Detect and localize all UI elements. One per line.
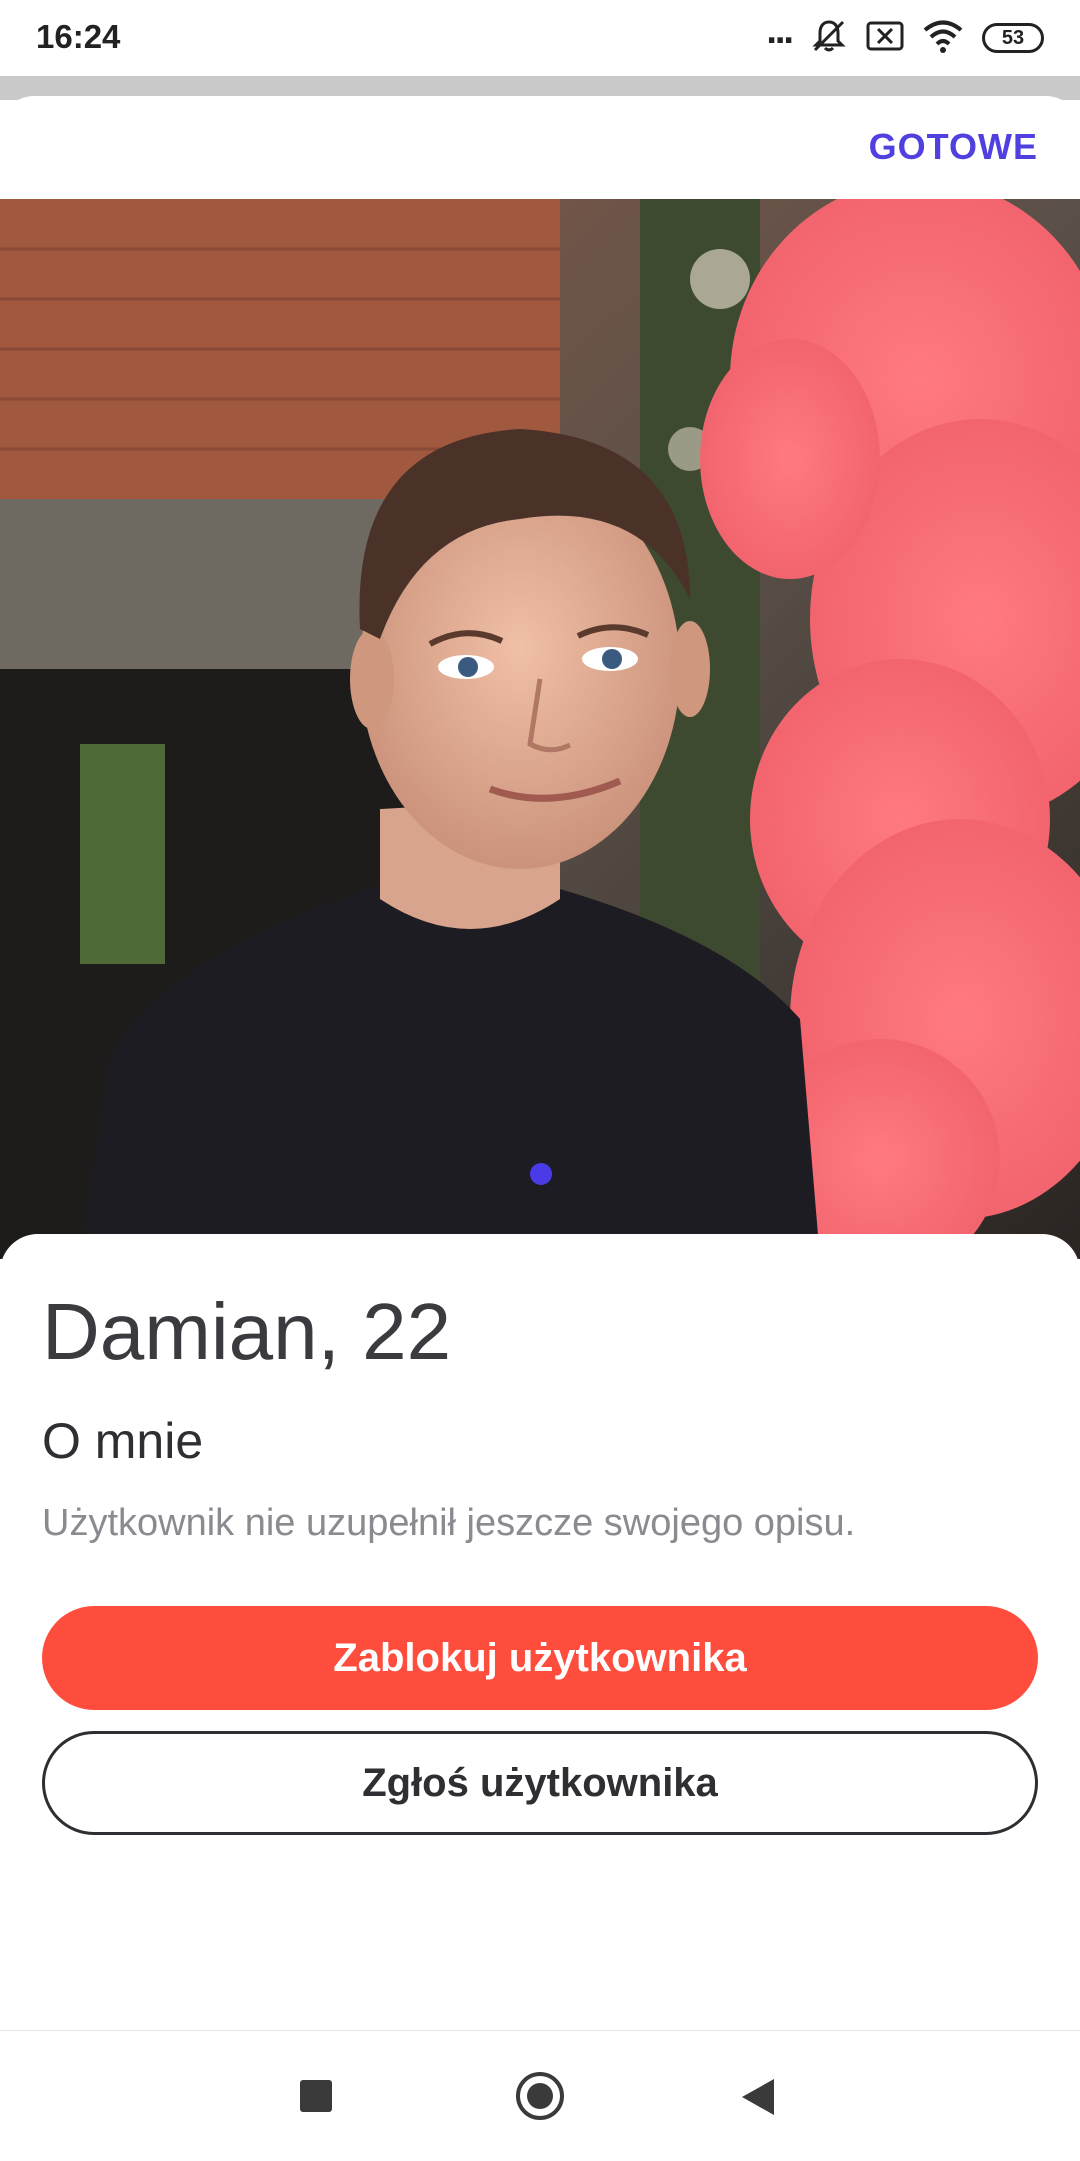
battery-icon: 53 — [982, 23, 1044, 53]
done-button[interactable]: GOTOWE — [869, 126, 1038, 168]
recents-square-icon[interactable] — [300, 2080, 332, 2112]
status-bar: 16:24 ... 53 — [0, 0, 1080, 76]
close-box-icon — [866, 21, 904, 56]
status-time: 16:24 — [36, 18, 121, 55]
status-icons: ... 53 — [766, 12, 1044, 60]
profile-photo[interactable] — [0, 199, 1080, 1259]
profile-name-age: Damian, 22 — [42, 1287, 452, 1376]
profile-sheet: GOTOWE Damian, 22 O mnie Użytkownik nie … — [0, 96, 1080, 2030]
block-user-button[interactable]: Zablokuj użytkownika — [42, 1606, 1038, 1710]
profile-info-card: Damian, 22 O mnie Użytkownik nie uzupełn… — [0, 1234, 1080, 2030]
more-dots-icon: ... — [766, 10, 794, 52]
about-text: Użytkownik nie uzupełnił jeszcze swojego… — [42, 1502, 856, 1544]
home-circle-icon[interactable] — [516, 2072, 564, 2120]
wifi-icon — [922, 19, 964, 58]
muted-bell-icon — [810, 17, 848, 60]
about-heading: O mnie — [42, 1413, 204, 1469]
back-triangle-icon[interactable] — [742, 2079, 774, 2115]
system-nav-bar — [0, 2030, 1080, 2161]
report-user-button[interactable]: Zgłoś użytkownika — [42, 1731, 1038, 1835]
photo-page-indicator — [530, 1163, 552, 1185]
